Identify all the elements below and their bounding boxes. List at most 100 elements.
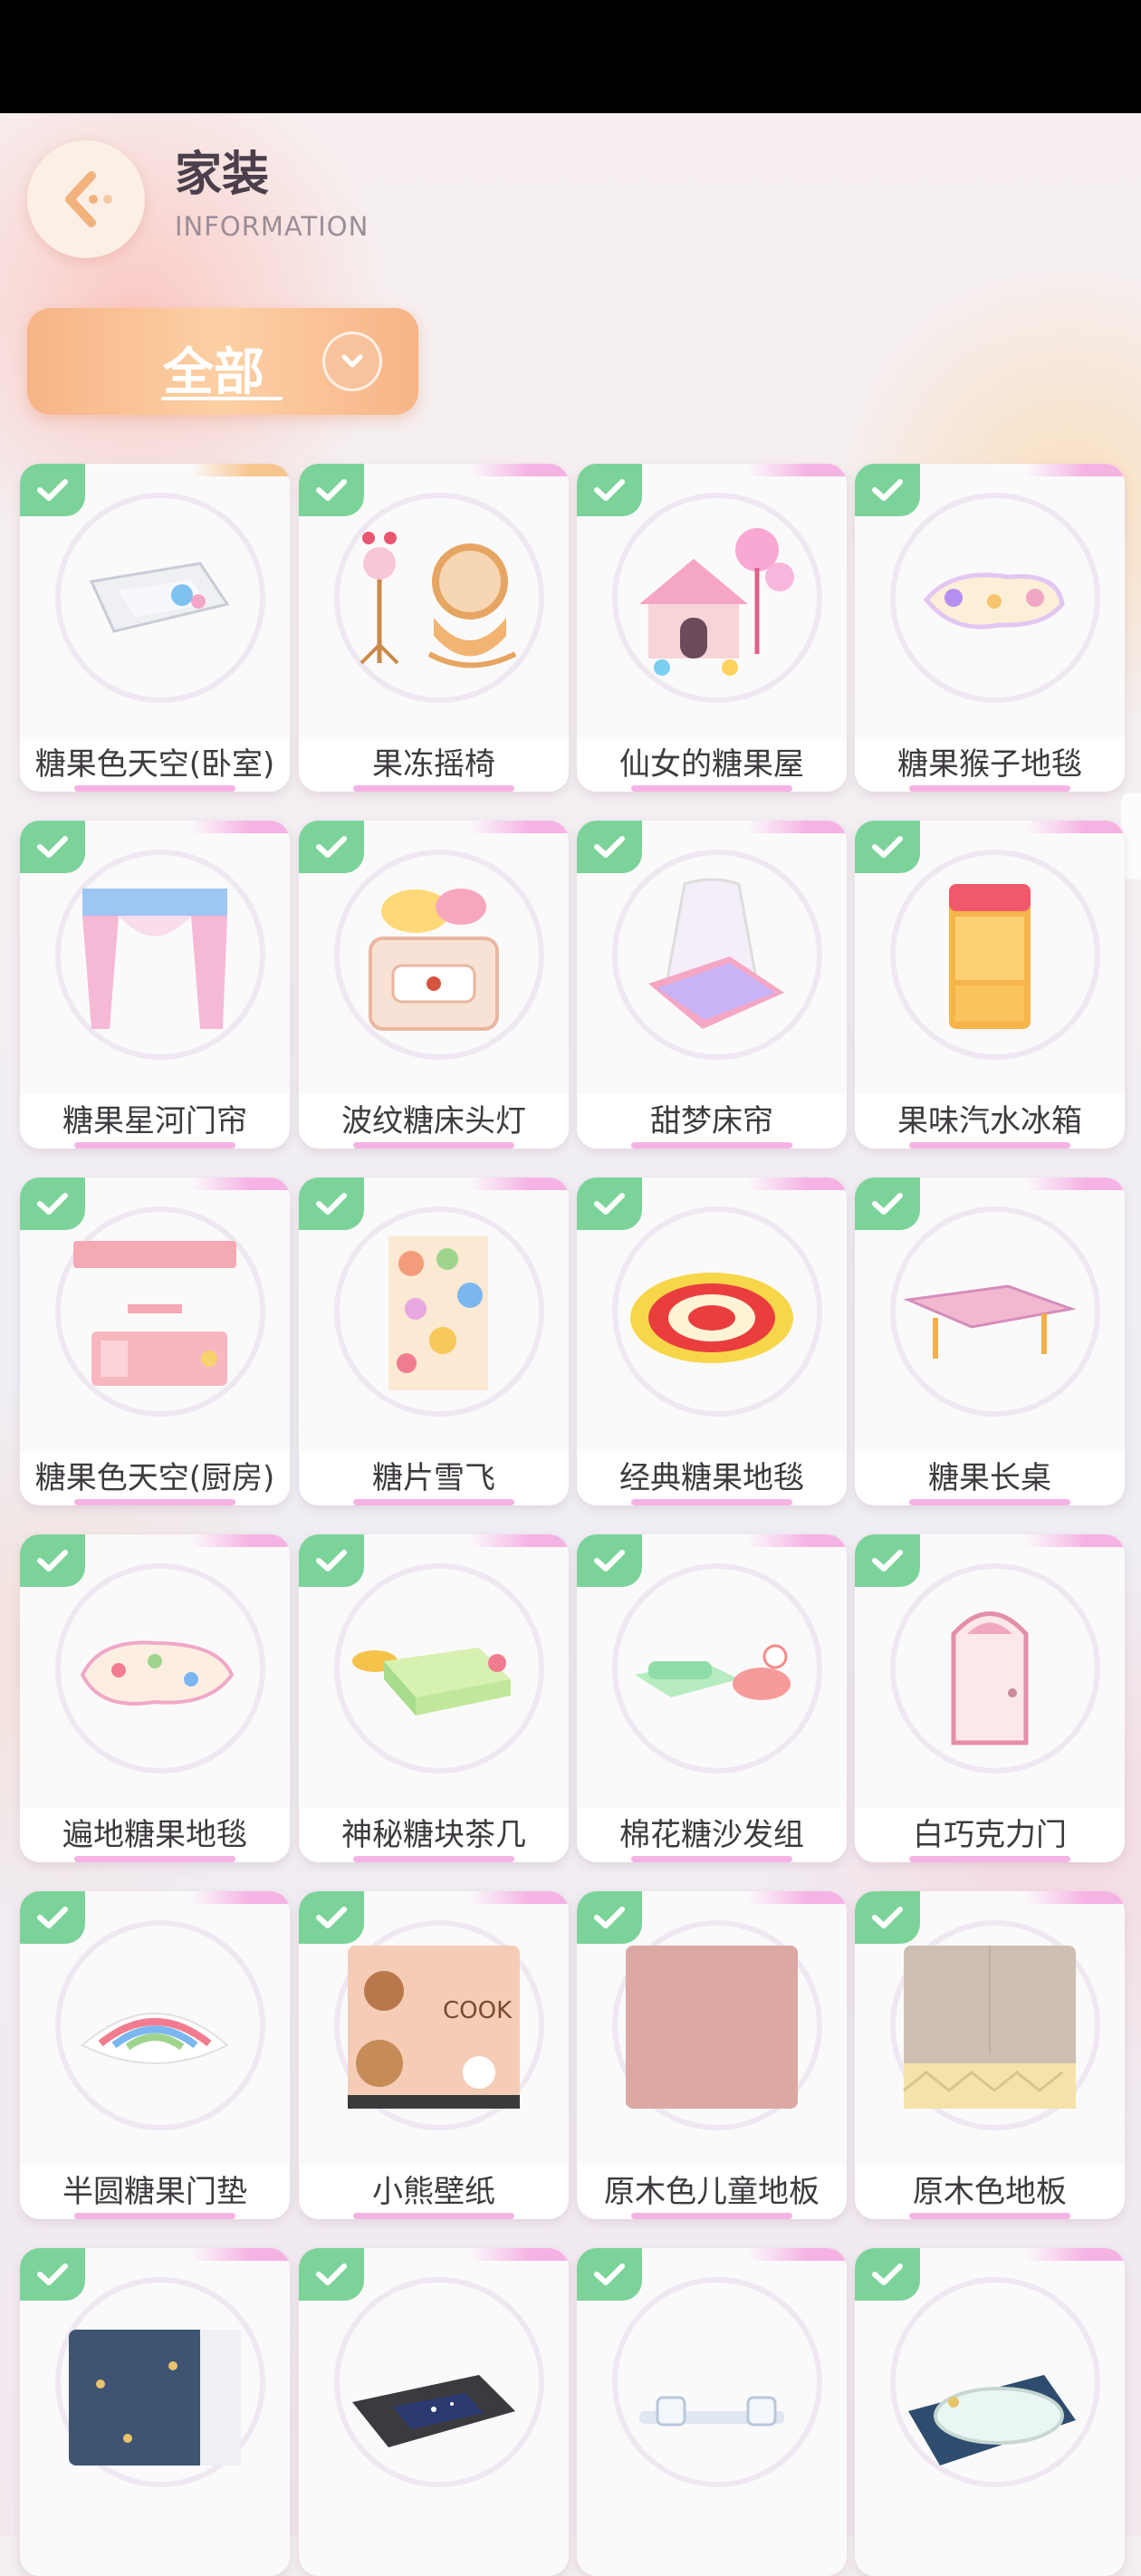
- checkmark-icon: [299, 2248, 364, 2301]
- checkmark-icon: [577, 1177, 642, 1230]
- item-label: 神秘糖块茶几: [299, 1808, 569, 1862]
- item-card[interactable]: 波纹糖床头灯: [299, 821, 569, 1149]
- checkmark-icon: [20, 821, 85, 873]
- item-label: 原木色儿童地板: [577, 2165, 847, 2219]
- checkmark-icon: [577, 821, 642, 873]
- card-corner-stripe: [1025, 1177, 1125, 1190]
- filter-underline: [161, 397, 283, 400]
- checkmark-icon: [20, 464, 85, 516]
- item-card[interactable]: 原木色地板: [855, 1891, 1125, 2219]
- item-card[interactable]: 糖果长桌: [855, 1177, 1125, 1505]
- item-label-underline: [74, 1142, 235, 1149]
- item-card[interactable]: [299, 2248, 569, 2576]
- item-card[interactable]: 棉花糖沙发组: [577, 1534, 847, 1862]
- checkmark-icon: [20, 1891, 85, 1944]
- item-label: 果冻摇椅: [299, 737, 569, 792]
- checkmark-icon: [855, 1534, 920, 1587]
- candy-wallpaper-icon: [343, 1232, 524, 1395]
- filter-selected-label: 全部: [163, 343, 264, 402]
- card-corner-stripe: [190, 1534, 290, 1547]
- item-label: 遍地糖果地毯: [20, 1808, 290, 1862]
- checkmark-icon: [299, 1534, 364, 1587]
- item-card[interactable]: 神秘糖块茶几: [299, 1534, 569, 1862]
- item-label: 棉花糖沙发组: [577, 1808, 847, 1862]
- item-label: 糖果色天空(厨房): [20, 1451, 290, 1505]
- item-card[interactable]: 糖果猴子地毯: [855, 464, 1125, 792]
- checkmark-icon: [299, 821, 364, 873]
- starry-ceiling-icon: [343, 2302, 524, 2465]
- ceiling-panel-icon: [64, 518, 245, 681]
- item-card[interactable]: [577, 2248, 847, 2576]
- candy-house-icon: [621, 518, 802, 681]
- item-card[interactable]: 仙女的糖果屋: [577, 464, 847, 792]
- page-title: 家装: [175, 148, 270, 202]
- card-corner-stripe: [190, 464, 290, 476]
- checkmark-icon: [299, 464, 364, 516]
- item-label-underline: [353, 1142, 514, 1149]
- item-label-underline: [631, 1856, 792, 1862]
- item-card[interactable]: 原木色儿童地板: [577, 1891, 847, 2219]
- card-corner-stripe: [1025, 464, 1125, 476]
- item-label-underline: [353, 785, 514, 792]
- item-card[interactable]: 半圆糖果门垫: [20, 1891, 290, 2219]
- curtain-icon: [64, 875, 245, 1038]
- card-corner-stripe: [469, 821, 569, 833]
- item-card[interactable]: 白巧克力门: [855, 1534, 1125, 1862]
- item-label-underline: [74, 1499, 235, 1505]
- item-label-underline: [909, 2213, 1070, 2219]
- card-corner-stripe: [1025, 1891, 1125, 1904]
- item-label-underline: [631, 1499, 792, 1505]
- back-arrow-icon: [65, 171, 112, 227]
- item-label: 小熊壁纸: [299, 2165, 569, 2219]
- sofa-set-icon: [621, 1589, 802, 1752]
- item-label: 糖果星河门帘: [20, 1094, 290, 1149]
- checkmark-icon: [577, 464, 642, 516]
- door-icon: [899, 1589, 1080, 1752]
- item-card[interactable]: 糖果星河门帘: [20, 821, 290, 1149]
- chevron-down-icon[interactable]: [322, 332, 382, 391]
- item-card[interactable]: [20, 2248, 290, 2576]
- card-corner-stripe: [747, 2248, 847, 2261]
- card-corner-stripe: [1025, 2248, 1125, 2261]
- item-card[interactable]: 甜梦床帘: [577, 821, 847, 1149]
- swirl-rug-icon: [621, 1232, 802, 1395]
- item-card[interactable]: 经典糖果地毯: [577, 1177, 847, 1505]
- item-label: 白巧克力门: [855, 1808, 1125, 1862]
- item-label-underline: [74, 2213, 235, 2219]
- item-label-underline: [74, 1856, 235, 1862]
- category-filter-dropdown[interactable]: 全部: [27, 308, 418, 415]
- item-label: 经典糖果地毯: [577, 1451, 847, 1505]
- item-card[interactable]: 果冻摇椅: [299, 464, 569, 792]
- item-card[interactable]: 糖片雪飞: [299, 1177, 569, 1505]
- item-label: 原木色地板: [855, 2165, 1125, 2219]
- bedside-lamp-icon: [343, 875, 524, 1038]
- item-card[interactable]: 糖果色天空(厨房): [20, 1177, 290, 1505]
- checkmark-icon: [20, 1534, 85, 1587]
- candy-rug-icon: [64, 1589, 245, 1752]
- card-corner-stripe: [747, 464, 847, 476]
- tea-table-icon: [343, 1589, 524, 1752]
- item-card[interactable]: 糖果色天空(卧室): [20, 464, 290, 792]
- item-label-underline: [353, 1499, 514, 1505]
- doormat-icon: [64, 1946, 245, 2109]
- checkmark-icon: [577, 1534, 642, 1587]
- card-corner-stripe: [747, 821, 847, 833]
- card-corner-stripe: [469, 1891, 569, 1904]
- kitchen-set-icon: [64, 1232, 245, 1395]
- card-corner-stripe: [747, 1891, 847, 1904]
- checkmark-icon: [577, 2248, 642, 2301]
- card-corner-stripe: [190, 2248, 290, 2261]
- item-label-underline: [631, 785, 792, 792]
- item-card[interactable]: 果味汽水冰箱: [855, 821, 1125, 1149]
- item-label: 半圆糖果门垫: [20, 2165, 290, 2219]
- back-button[interactable]: [27, 140, 145, 258]
- item-card[interactable]: 遍地糖果地毯: [20, 1534, 290, 1862]
- item-label: 糖果猴子地毯: [855, 737, 1125, 792]
- item-card[interactable]: [855, 2248, 1125, 2576]
- item-card[interactable]: COOK 小熊壁纸: [299, 1891, 569, 2219]
- item-label-underline: [909, 1142, 1070, 1149]
- card-corner-stripe: [1025, 821, 1125, 833]
- wood-floor-icon: [899, 1946, 1080, 2109]
- card-corner-stripe: [469, 2248, 569, 2261]
- long-table-icon: [899, 1232, 1080, 1395]
